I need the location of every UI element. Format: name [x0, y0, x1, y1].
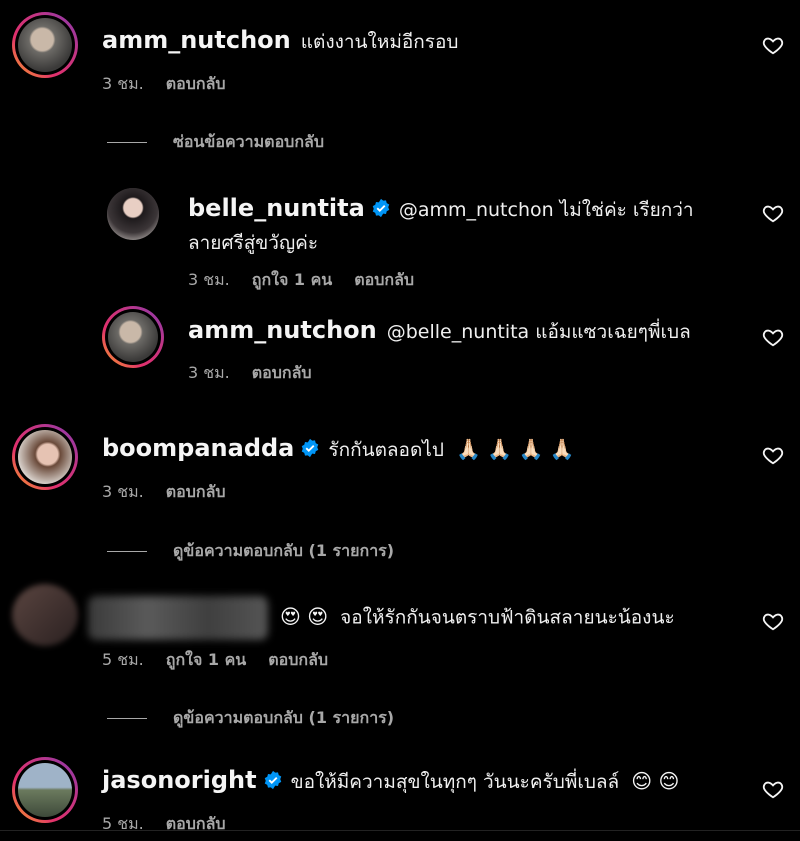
divider — [107, 551, 147, 552]
reply-button[interactable]: ตอบกลับ — [166, 482, 226, 501]
comment-time[interactable]: 3 ชม. — [188, 363, 230, 382]
username[interactable]: amm_nutchon — [102, 26, 291, 54]
heart-icon[interactable] — [762, 202, 784, 224]
username-blurred[interactable] — [88, 596, 268, 640]
view-replies-toggle[interactable]: ดูข้อความตอบกลับ (1 รายการ) — [107, 539, 394, 564]
avatar[interactable] — [12, 757, 78, 823]
comment-text: @amm_nutchon ไม่ใช่ค่ะ เรียกว่า — [398, 199, 694, 221]
comment-time[interactable]: 5 ชม. — [102, 650, 144, 669]
heart-icon[interactable] — [762, 610, 784, 632]
divider — [107, 718, 147, 719]
comment-time[interactable]: 3 ชม. — [188, 270, 230, 289]
avatar[interactable] — [12, 12, 78, 78]
username[interactable]: amm_nutchon — [188, 316, 377, 344]
avatar[interactable] — [102, 306, 164, 368]
heart-icon[interactable] — [762, 778, 784, 800]
verified-badge-icon — [302, 438, 319, 457]
comment-time[interactable]: 3 ชม. — [102, 482, 144, 501]
reply-button[interactable]: ตอบกลับ — [354, 270, 414, 289]
comment-time[interactable]: 3 ชม. — [102, 74, 144, 93]
heart-icon[interactable] — [762, 34, 784, 56]
reply-button[interactable]: ตอบกลับ — [268, 650, 328, 669]
reply-button[interactable]: ตอบกลับ — [252, 363, 312, 382]
avatar[interactable] — [107, 188, 159, 240]
comment-emojis: 😍 😍 — [280, 604, 329, 629]
heart-icon[interactable] — [762, 444, 784, 466]
comment-emojis: 😊 😊 — [631, 769, 680, 793]
verified-badge-icon — [264, 770, 281, 789]
comment-text: รักกันตลอดไป — [328, 439, 444, 461]
likes-count[interactable]: ถูกใจ 1 คน — [166, 650, 246, 669]
reply-button[interactable]: ตอบกลับ — [166, 74, 226, 93]
heart-icon[interactable] — [762, 326, 784, 348]
hide-replies-toggle[interactable]: ซ่อนข้อความตอบกลับ — [107, 130, 324, 155]
divider — [107, 142, 147, 143]
avatar[interactable] — [12, 424, 78, 490]
username[interactable]: boompanadda — [102, 434, 294, 462]
comment-text: แต่งงานใหม่อีกรอบ — [300, 31, 459, 53]
avatar[interactable] — [12, 584, 78, 646]
verified-badge-icon — [372, 198, 390, 217]
likes-count[interactable]: ถูกใจ 1 คน — [252, 270, 332, 289]
comment-text-continued: ลายศรีสู่ขวัญค่ะ — [188, 232, 319, 254]
comment-text: @belle_nuntita แอ้มแซวเฉยๆพี่เบล — [386, 321, 691, 343]
username[interactable]: belle_nuntita — [188, 194, 365, 222]
username[interactable]: jasonoright — [102, 766, 257, 794]
comment-text: ขอให้มีความสุขในทุกๆ วันนะครับพี่เบลล์ — [290, 771, 620, 793]
bottom-edge — [0, 830, 800, 841]
view-replies-toggle[interactable]: ดูข้อความตอบกลับ (1 รายการ) — [107, 706, 394, 731]
comment-text: จอให้รักกันจนตราบฟ้าดินสลายนะน้องนะ — [340, 606, 675, 629]
comment-emojis: 🙏🏻 🙏🏻 🙏🏻 🙏🏻 — [456, 437, 575, 461]
